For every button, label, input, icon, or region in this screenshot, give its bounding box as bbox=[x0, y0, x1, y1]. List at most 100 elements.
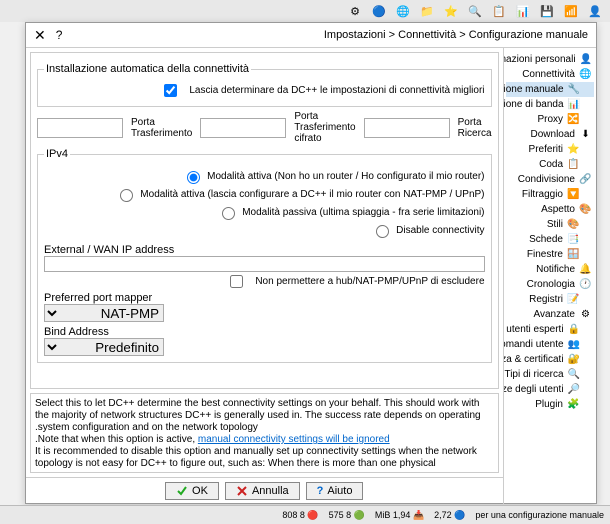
toolbar-icon[interactable]: ⭐ bbox=[440, 1, 462, 21]
sidebar-icon: 📊 bbox=[568, 98, 580, 111]
settings-dialog: ✕ ? Impostazioni > Connettività > Config… bbox=[25, 22, 597, 504]
sidebar-item[interactable]: ⬇ Download bbox=[506, 127, 594, 142]
sidebar-icon: ⬇ bbox=[579, 128, 592, 141]
toolbar-icon[interactable]: 🔍 bbox=[464, 1, 486, 21]
sidebar-label: Aspetto bbox=[541, 204, 575, 215]
ok-button[interactable]: OK bbox=[165, 482, 219, 500]
sidebar-icon: 🔒 bbox=[568, 323, 580, 336]
sidebar-label: Schede bbox=[529, 234, 563, 245]
sidebar-label: Download bbox=[531, 129, 575, 140]
sidebar-label: Limitazione di banda bbox=[503, 99, 564, 110]
sidebar-item[interactable]: 🧩 Plugin bbox=[506, 397, 594, 412]
sidebar-item[interactable]: 📊 Limitazione di banda bbox=[506, 97, 594, 112]
sidebar-item[interactable]: 👥Comandi utente bbox=[506, 337, 594, 352]
close-icon[interactable]: ✕ bbox=[34, 27, 46, 44]
no-override-checkbox[interactable] bbox=[230, 275, 243, 288]
sidebar-icon: 📋 bbox=[567, 158, 580, 171]
sidebar-icon: 🔗 bbox=[579, 173, 592, 186]
sidebar-label: Solo per utenti esperti bbox=[503, 324, 564, 335]
main-toolbar: ⚙ 🔵 🌐 📁 ⭐ 🔍 📋 📊 💾 📶 👤 bbox=[0, 0, 610, 22]
sidebar-label: Registri bbox=[529, 294, 563, 305]
sidebar-icon: 🕐 bbox=[579, 278, 592, 291]
sidebar-item[interactable]: 📝 Registri bbox=[506, 292, 594, 307]
sidebar-icon: 🧩 bbox=[567, 398, 580, 411]
sidebar-label: Connettività bbox=[522, 69, 575, 80]
sidebar-label: Notifiche bbox=[536, 264, 575, 275]
mode-disable-radio[interactable] bbox=[376, 225, 389, 238]
sidebar-icon: 📝 bbox=[567, 293, 580, 306]
mode-upnp-radio[interactable] bbox=[120, 189, 133, 202]
sidebar-item[interactable]: ⚙Avanzate bbox=[506, 307, 594, 322]
bind-label: Bind Address bbox=[44, 326, 109, 338]
main-panel: Installazione automatica della connettiv… bbox=[26, 48, 503, 504]
sidebar-item[interactable]: 🔧 Configurazione manuale bbox=[506, 82, 594, 97]
sidebar-item[interactable]: 🔗Condivisione bbox=[506, 172, 594, 187]
settings-tree[interactable]: 👤 Informazioni personali🌐 Connettività 🔧 Con… bbox=[503, 48, 596, 504]
sidebar-item[interactable]: 🪟Finestre bbox=[506, 247, 594, 262]
bind-select[interactable]: Predefinito bbox=[44, 338, 164, 356]
sidebar-item[interactable]: 🔀Proxy bbox=[506, 112, 594, 127]
ext-ip-input[interactable] bbox=[44, 256, 485, 272]
sidebar-item[interactable]: 🕐 Cronologia bbox=[506, 277, 594, 292]
sidebar-label: Cronologia bbox=[527, 279, 575, 290]
sidebar-item[interactable]: 🔎Corrispondenze degli utenti bbox=[506, 382, 594, 397]
sidebar-label: Tipi di ricerca bbox=[504, 369, 563, 380]
sidebar-icon: 🔐 bbox=[568, 353, 580, 366]
mapper-select[interactable]: NAT-PMP bbox=[44, 304, 164, 322]
toolbar-icon[interactable]: 🔵 bbox=[368, 1, 390, 21]
sidebar-item[interactable]: 🔍 Tipi di ricerca bbox=[506, 367, 594, 382]
sidebar-item[interactable]: 👤 Informazioni personali bbox=[506, 52, 594, 67]
mode-active-radio[interactable] bbox=[187, 171, 200, 184]
breadcrumb: Impostazioni > Connettività > Configuraz… bbox=[324, 29, 588, 41]
toolbar-icon[interactable]: 📋 bbox=[488, 1, 510, 21]
sidebar-item[interactable]: 🌐 Connettività bbox=[506, 67, 594, 82]
sidebar-item[interactable]: 📋Coda bbox=[506, 157, 594, 172]
sidebar-item[interactable]: 📑Schede bbox=[506, 232, 594, 247]
autodetect-label: Lascia determinare da DC++ le impostazio… bbox=[189, 85, 484, 96]
autodetect-checkbox[interactable] bbox=[164, 84, 177, 97]
sidebar-icon: 🎨 bbox=[579, 203, 592, 216]
encrypted-port-label: Porta Trasferimento cifrato bbox=[294, 111, 355, 144]
sidebar-item[interactable]: 🔽Filtraggio bbox=[506, 187, 594, 202]
encrypted-port-input[interactable] bbox=[200, 118, 286, 138]
toolbar-icon[interactable]: 📶 bbox=[560, 1, 582, 21]
sidebar-item[interactable]: 🔒 Solo per utenti esperti bbox=[506, 322, 594, 337]
help-button[interactable]: ?Aiuto bbox=[306, 482, 364, 500]
sidebar-item[interactable]: 🔔Notifiche bbox=[506, 262, 594, 277]
statusbar: per una configurazione manuale 🔵 2,72 📥 … bbox=[0, 505, 610, 524]
help-text: Select this to let DC++ determine the be… bbox=[30, 393, 499, 473]
sidebar-label: Informazioni personali bbox=[503, 54, 576, 65]
toolbar-icon[interactable]: ⚙ bbox=[344, 1, 366, 21]
sidebar-label: Filtraggio bbox=[522, 189, 563, 200]
toolbar-icon[interactable]: 👤 bbox=[584, 1, 606, 21]
sidebar-item[interactable]: 🎨 Aspetto bbox=[506, 202, 594, 217]
search-port-input[interactable] bbox=[364, 118, 450, 138]
ext-ip-label: External / WAN IP address bbox=[44, 244, 174, 256]
toolbar-icon[interactable]: 💾 bbox=[536, 1, 558, 21]
toolbar-icon[interactable]: 🌐 bbox=[392, 1, 414, 21]
sidebar-icon: 🔧 bbox=[568, 83, 580, 96]
transfer-port-input[interactable] bbox=[37, 118, 123, 138]
sidebar-icon: ⚙ bbox=[579, 308, 592, 321]
sidebar-icon: 🔍 bbox=[568, 368, 580, 381]
sidebar-icon: 🌐 bbox=[579, 68, 592, 81]
sidebar-label: Stili bbox=[547, 219, 563, 230]
sidebar-icon: 👤 bbox=[580, 53, 592, 66]
cancel-button[interactable]: Annulla bbox=[225, 482, 300, 500]
toolbar-icon[interactable]: 📊 bbox=[512, 1, 534, 21]
ipv4-group: IPv4 Modalità attiva (Non ho un router /… bbox=[37, 148, 492, 363]
help-link[interactable]: manual connectivity settings will be ign… bbox=[198, 434, 390, 445]
toolbar-icon[interactable]: 📁 bbox=[416, 1, 438, 21]
sidebar-label: Plugin bbox=[535, 399, 563, 410]
mode-passive-radio[interactable] bbox=[222, 207, 235, 220]
dialog-buttons: OK Annulla ?Aiuto bbox=[26, 477, 503, 504]
sidebar-icon: 👥 bbox=[568, 338, 580, 351]
sidebar-item[interactable]: 🎨Stili bbox=[506, 217, 594, 232]
sidebar-item[interactable]: ⭐Preferiti bbox=[506, 142, 594, 157]
sidebar-label: Configurazione manuale bbox=[503, 84, 564, 95]
sidebar-label: Finestre bbox=[527, 249, 563, 260]
sidebar-item[interactable]: 🔐Sicurezza & certificati bbox=[506, 352, 594, 367]
help-icon[interactable]: ? bbox=[56, 28, 63, 42]
sidebar-icon: 🔀 bbox=[567, 113, 580, 126]
search-port-label: Porta Ricerca bbox=[458, 117, 492, 139]
